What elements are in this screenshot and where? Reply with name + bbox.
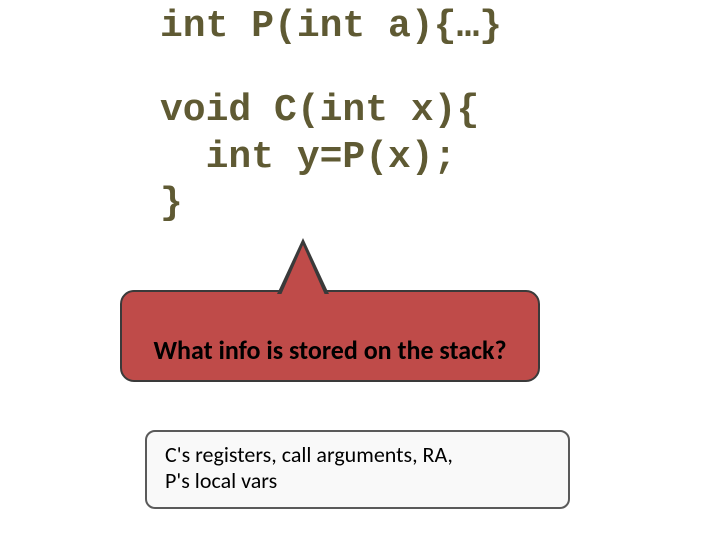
code-blank-line bbox=[160, 50, 502, 88]
code-line-4: int y=P(x); bbox=[160, 135, 502, 181]
code-line-1: int P(int a){…} bbox=[160, 4, 502, 50]
code-line-3: void C(int x){ bbox=[160, 88, 502, 134]
question-callout: What info is stored on the stack? bbox=[120, 290, 540, 382]
answer-line-2: P's local vars bbox=[165, 468, 550, 494]
code-block: int P(int a){…} void C(int x){ int y=P(x… bbox=[160, 4, 502, 227]
bubble-tail-fill bbox=[281, 245, 325, 295]
answer-box: C's registers, call arguments, RA, P's l… bbox=[145, 430, 570, 509]
code-line-5: } bbox=[160, 181, 502, 227]
speech-bubble: What info is stored on the stack? bbox=[120, 290, 540, 382]
question-text: What info is stored on the stack? bbox=[153, 334, 506, 366]
answer-line-1: C's registers, call arguments, RA, bbox=[165, 442, 550, 468]
